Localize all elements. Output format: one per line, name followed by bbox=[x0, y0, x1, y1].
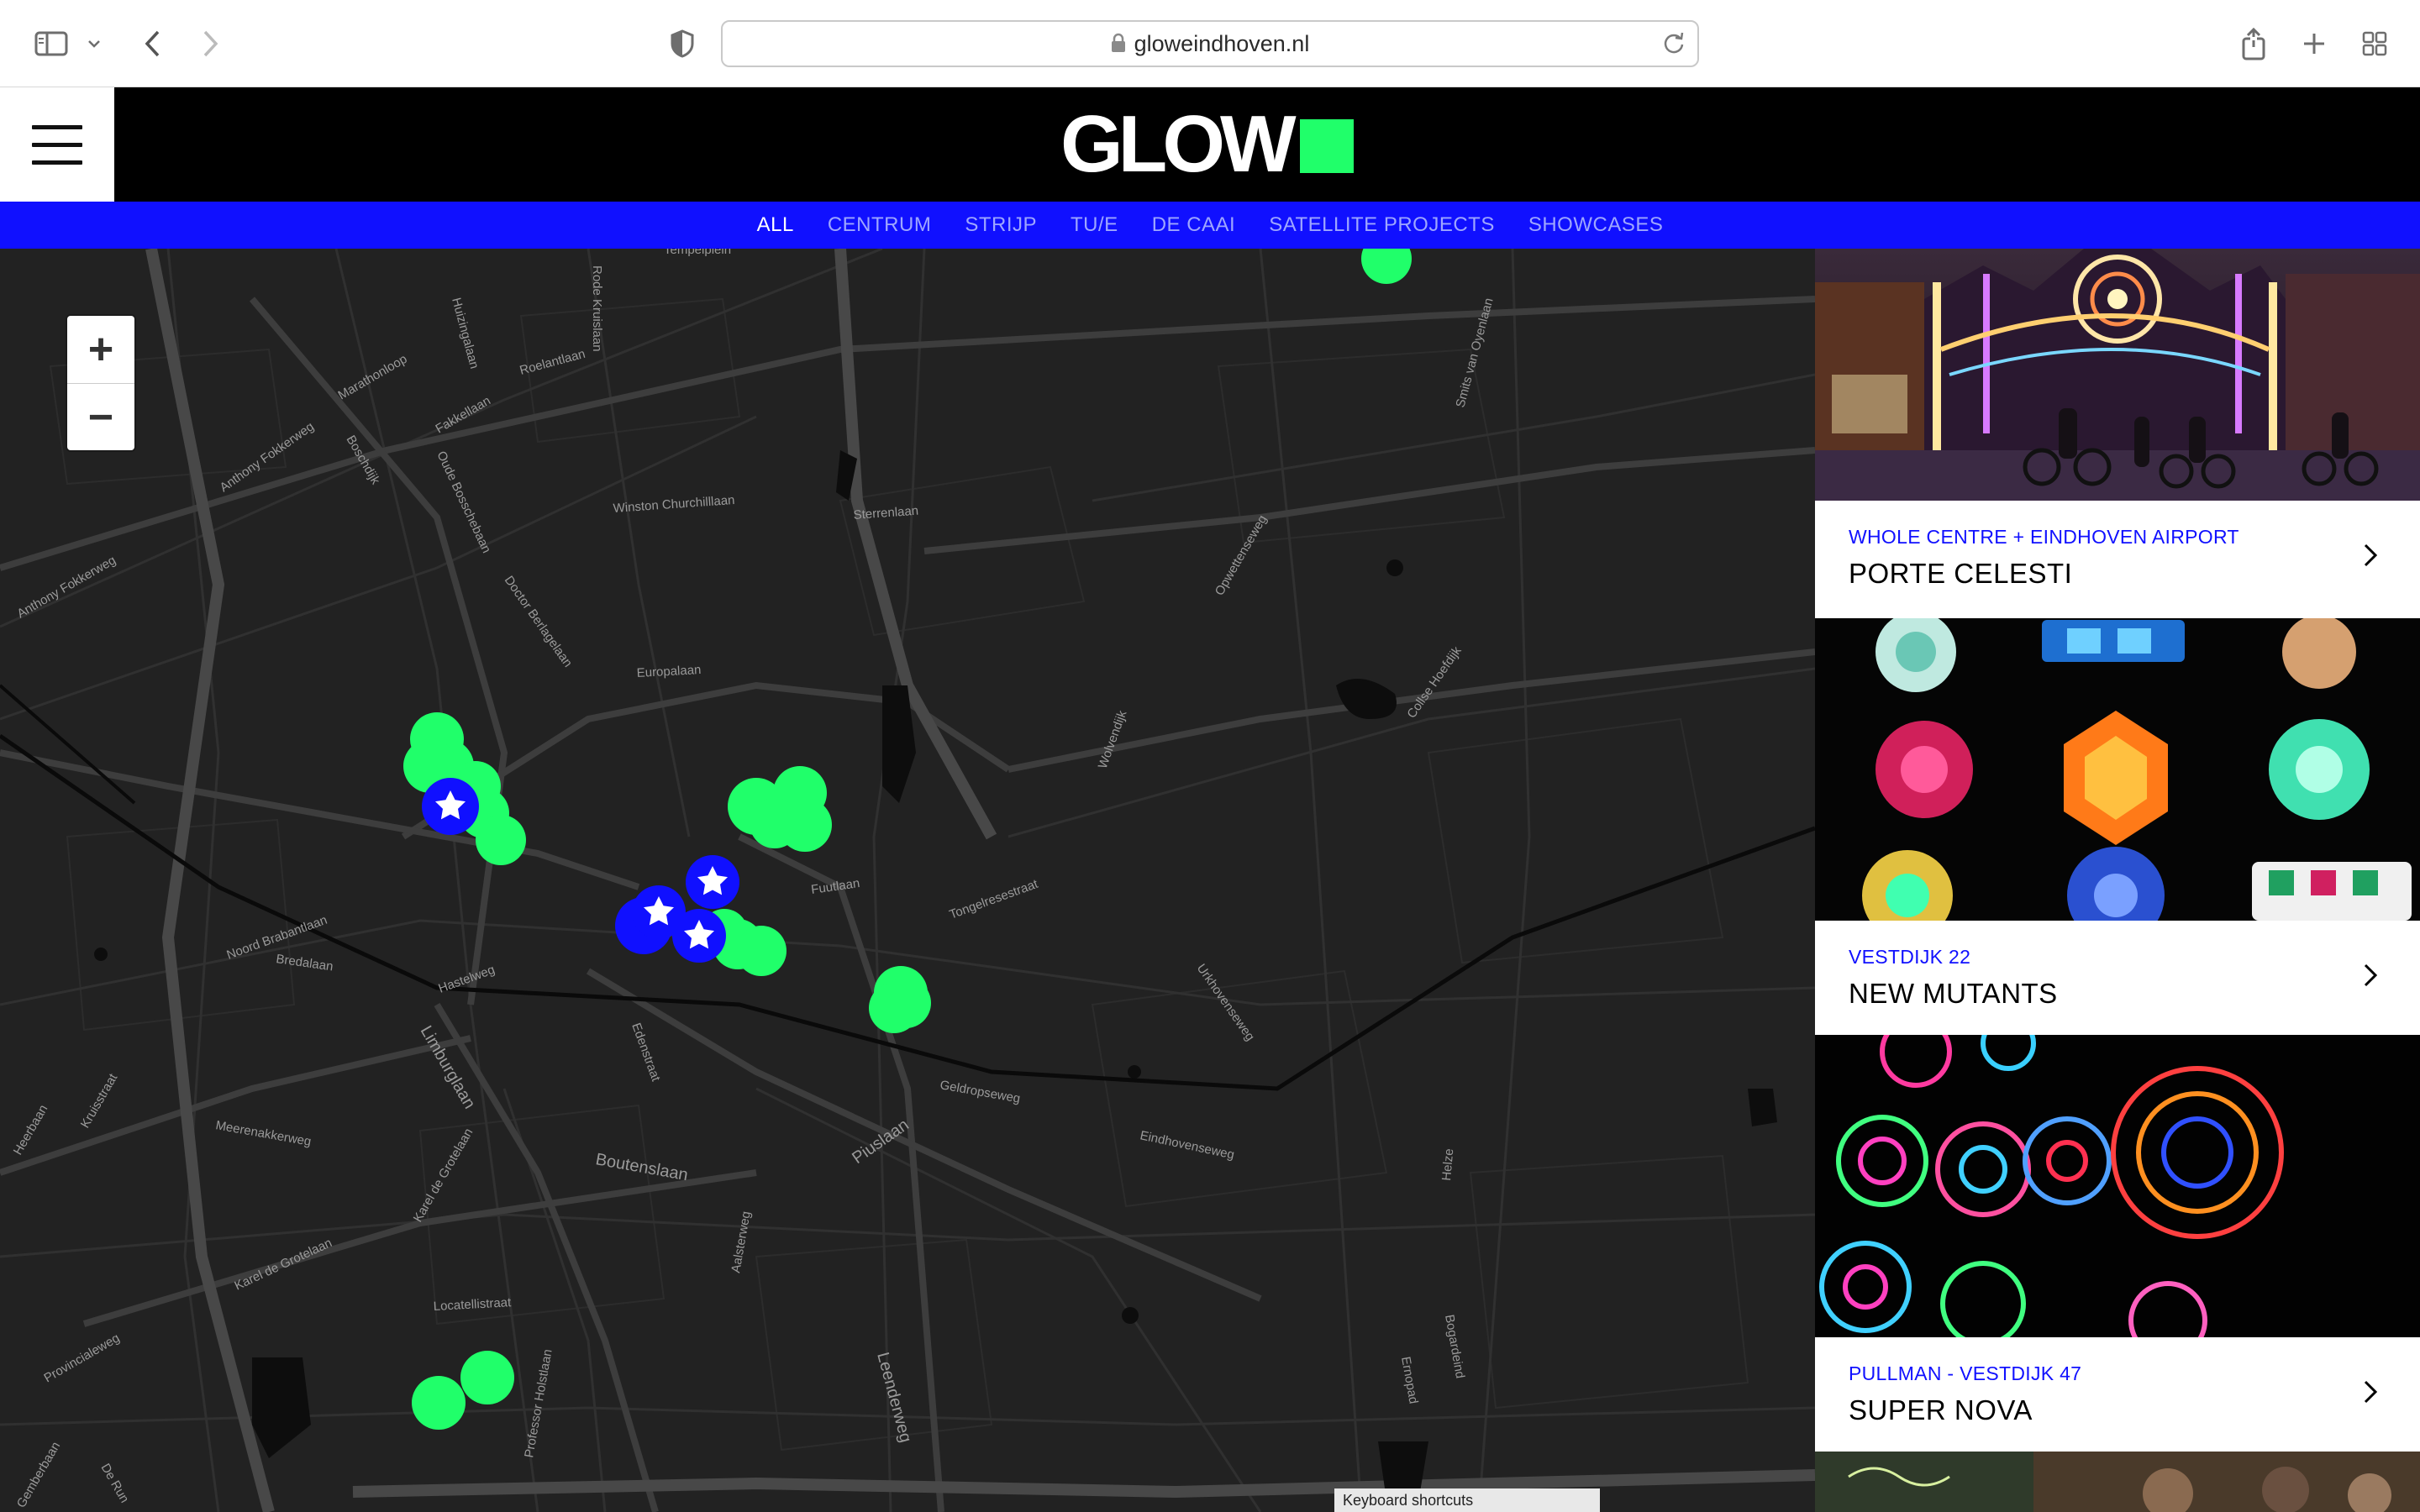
project-info[interactable]: PULLMAN - VESTDIJK 47 SUPER NOVA bbox=[1815, 1337, 2420, 1452]
filter-centrum[interactable]: CENTRUM bbox=[828, 213, 932, 237]
street-label: Kruisstraat bbox=[78, 1071, 121, 1131]
map-canvas[interactable]: Tempelplein Rode Kruislaan Huizingalaan … bbox=[0, 249, 1815, 1512]
street-label: Aalsterweg bbox=[729, 1210, 754, 1274]
filter-all[interactable]: ALL bbox=[757, 213, 794, 237]
street-label: Wolvendijk bbox=[1096, 708, 1130, 770]
logo-green-square bbox=[1299, 119, 1354, 173]
water-areas bbox=[94, 450, 1777, 1500]
street-label: Professor Holstlaan bbox=[522, 1348, 555, 1459]
street-label: Provincialeweg bbox=[42, 1331, 123, 1385]
zoom-control: + − bbox=[67, 316, 134, 450]
street-label: Anthony Fokkerweg bbox=[15, 553, 118, 621]
filter-satellite-projects[interactable]: SATELLITE PROJECTS bbox=[1269, 213, 1495, 237]
map-marker bbox=[1361, 249, 1412, 284]
street-label: Europalaan bbox=[636, 663, 702, 680]
street-label: Geldropseweg bbox=[939, 1078, 1021, 1106]
map-marker bbox=[750, 798, 800, 848]
showcase-marker-star-icon bbox=[422, 778, 479, 835]
filter-tue[interactable]: TU/E bbox=[1071, 213, 1118, 237]
map-marker bbox=[881, 978, 931, 1028]
street-label: Ernopad bbox=[1398, 1356, 1421, 1405]
lock-icon bbox=[1111, 24, 1126, 67]
street-label: Locatellistraat bbox=[433, 1295, 512, 1314]
project-markers-green bbox=[403, 249, 1412, 1430]
url-domain: gloweindhoven.nl bbox=[723, 22, 1697, 66]
forward-icon[interactable] bbox=[193, 25, 227, 62]
project-image[interactable] bbox=[1815, 1452, 2420, 1512]
project-info[interactable]: VESTDIJK 22 NEW MUTANTS bbox=[1815, 921, 2420, 1035]
street-label: Eindhovenseweg bbox=[1139, 1128, 1235, 1162]
chevron-right-icon[interactable] bbox=[2363, 1379, 2378, 1409]
keyboard-shortcuts-link[interactable]: Keyboard shortcuts bbox=[1334, 1488, 1600, 1512]
chevron-down-icon[interactable] bbox=[84, 25, 104, 62]
street-label: Edenstraat bbox=[629, 1021, 663, 1084]
project-location: PULLMAN - VESTDIJK 47 bbox=[1849, 1362, 2082, 1384]
street-labels: Tempelplein Rode Kruislaan Huizingalaan … bbox=[11, 249, 1497, 1510]
street-label: Tempelplein bbox=[664, 249, 731, 257]
map-marker bbox=[460, 1351, 514, 1404]
tab-overview-icon[interactable] bbox=[2358, 25, 2391, 62]
area-filter-nav: ALL CENTRUM STRIJP TU/E DE CAAI SATELLIT… bbox=[0, 202, 2420, 249]
street-label: Bredalaan bbox=[275, 952, 334, 974]
street-label: Doctor Berlagelaan bbox=[502, 574, 576, 670]
street-label: Bogardeind bbox=[1442, 1314, 1467, 1380]
reload-icon[interactable] bbox=[1662, 31, 1686, 59]
map-marker bbox=[412, 1376, 466, 1430]
project-image[interactable] bbox=[1815, 249, 2420, 501]
project-title: PORTE CELESTI bbox=[1849, 558, 2073, 589]
zoom-out-button[interactable]: − bbox=[67, 383, 134, 450]
url-domain-text: gloweindhoven.nl bbox=[1134, 31, 1310, 56]
filter-showcases[interactable]: SHOWCASES bbox=[1528, 213, 1664, 237]
street-label: Rode Kruislaan bbox=[590, 265, 604, 352]
street-label: De Run bbox=[98, 1462, 132, 1506]
street-label: Collse Hoefdijk bbox=[1404, 643, 1465, 721]
street-label: Gemberbaan bbox=[14, 1440, 64, 1510]
project-image[interactable] bbox=[1815, 618, 2420, 921]
map[interactable]: Tempelplein Rode Kruislaan Huizingalaan … bbox=[0, 249, 1815, 1512]
project-info[interactable]: WHOLE CENTRE + EINDHOVEN AIRPORT PORTE C… bbox=[1815, 501, 2420, 615]
showcase-marker-star-icon bbox=[686, 855, 739, 909]
filter-strijp[interactable]: STRIJP bbox=[965, 213, 1037, 237]
project-title: NEW MUTANTS bbox=[1849, 978, 2058, 1009]
filter-de-caai[interactable]: DE CAAI bbox=[1152, 213, 1236, 237]
project-image[interactable] bbox=[1815, 1035, 2420, 1337]
street-label: Karel de Grotelaan bbox=[233, 1236, 334, 1294]
railway bbox=[0, 733, 1815, 1091]
street-label: Marathonloop bbox=[336, 352, 410, 403]
minor-streets bbox=[0, 249, 1815, 1512]
address-bar[interactable]: gloweindhoven.nl bbox=[721, 20, 1699, 67]
showcase-marker-star-icon bbox=[672, 909, 726, 963]
zoom-in-button[interactable]: + bbox=[67, 316, 134, 383]
new-tab-icon[interactable] bbox=[2297, 25, 2331, 62]
chevron-right-icon[interactable] bbox=[2363, 963, 2378, 992]
project-list: WHOLE CENTRE + EINDHOVEN AIRPORT PORTE C… bbox=[1815, 249, 2420, 1512]
street-label: Tongelresestraat bbox=[948, 877, 1041, 922]
chevron-right-icon[interactable] bbox=[2363, 543, 2378, 572]
street-label: Heerbaan bbox=[11, 1102, 51, 1158]
back-icon[interactable] bbox=[136, 25, 170, 62]
browser-toolbar: gloweindhoven.nl bbox=[0, 0, 2420, 87]
map-marker bbox=[736, 926, 786, 976]
project-location: WHOLE CENTRE + EINDHOVEN AIRPORT bbox=[1849, 526, 2239, 548]
street-label: Roelantlaan bbox=[518, 347, 587, 378]
ring-road bbox=[145, 249, 1815, 1512]
street-label: Winston Churchilllaan bbox=[613, 493, 735, 516]
street-label: Huizingalaan bbox=[449, 297, 481, 370]
project-location: VESTDIJK 22 bbox=[1849, 946, 1971, 968]
street-label: Meerenakkerweg bbox=[214, 1118, 312, 1149]
project-title: SUPER NOVA bbox=[1849, 1394, 2033, 1425]
map-marker bbox=[476, 815, 526, 865]
main-roads bbox=[0, 296, 1815, 1512]
site-header: GLOW bbox=[0, 87, 2420, 202]
glow-logo[interactable]: GLOW bbox=[1060, 99, 1354, 189]
street-label: Leenderweg bbox=[873, 1351, 915, 1445]
sidebar-icon[interactable] bbox=[30, 25, 72, 62]
hamburger-menu-icon[interactable] bbox=[0, 87, 114, 202]
share-icon[interactable] bbox=[2237, 25, 2270, 62]
privacy-shield-icon[interactable] bbox=[666, 25, 699, 62]
logo-text: GLOW bbox=[1060, 99, 1297, 189]
street-label: Helze bbox=[1439, 1148, 1456, 1182]
street-label: Boutenslaan bbox=[594, 1150, 689, 1184]
